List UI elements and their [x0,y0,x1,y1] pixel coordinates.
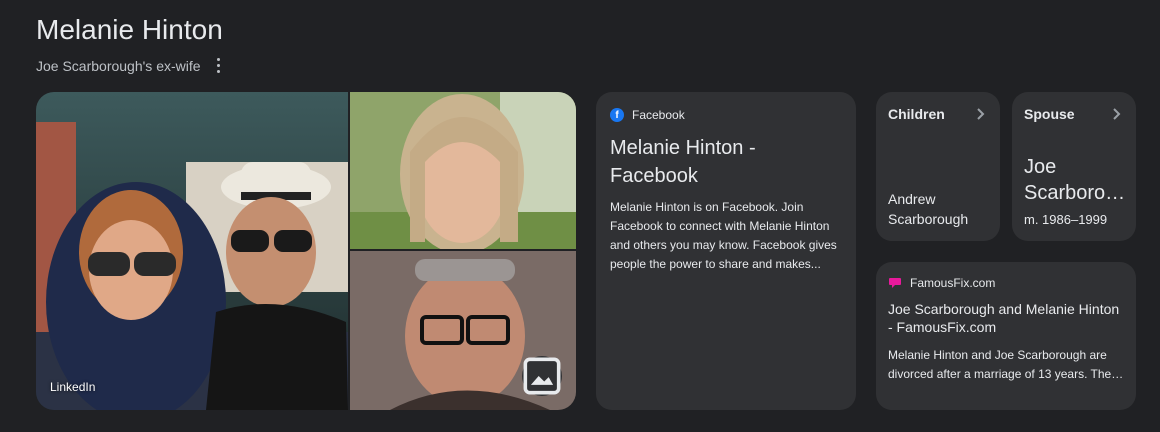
card-heading: Spouse [1024,106,1075,122]
facebook-icon: f [610,108,624,122]
main-photo[interactable]: LinkedIn [36,92,348,410]
image-icon [523,357,561,395]
view-images-button[interactable] [522,356,562,396]
source-name: Facebook [632,108,685,122]
result-title[interactable]: Joe Scarborough and Melanie Hinton - Fam… [888,300,1124,336]
result-title[interactable]: Melanie Hinton - Facebook [610,134,842,190]
result-snippet: Melanie Hinton and Joe Scarborough are d… [888,348,1124,381]
result-snippet: Melanie Hinton is on Facebook. Join Face… [610,200,837,271]
result-source: f Facebook [610,108,842,122]
image-gallery: LinkedIn [36,92,576,410]
spouse-name[interactable]: Joe Scarboro… [1024,154,1134,206]
source-name: FamousFix.com [910,276,996,290]
spouse-card[interactable]: Spouse Joe Scarboro… m. 1986–1999 [1012,92,1136,241]
famousfix-icon [889,278,901,288]
facebook-result-card[interactable]: f Facebook Melanie Hinton - Facebook Mel… [596,92,856,410]
thumbnail-photo[interactable] [350,92,576,249]
thumbnail-photo[interactable] [350,251,576,410]
entity-description: Joe Scarborough's ex-wife [36,57,201,74]
chevron-right-icon[interactable] [1108,106,1124,122]
child-name[interactable]: Andrew Scarborough [888,189,968,229]
entity-subtitle: Joe Scarborough's ex-wife [36,56,224,75]
chevron-right-icon[interactable] [972,106,988,122]
image-source-label: LinkedIn [50,380,96,394]
more-options-icon[interactable] [213,56,224,75]
entity-title: Melanie Hinton [36,14,223,45]
result-source: FamousFix.com [888,276,1124,290]
card-heading: Children [888,106,945,122]
marriage-years: m. 1986–1999 [1024,212,1108,227]
famousfix-result-card[interactable]: FamousFix.com Joe Scarborough and Melani… [876,262,1136,410]
children-card[interactable]: Children Andrew Scarborough [876,92,1000,241]
